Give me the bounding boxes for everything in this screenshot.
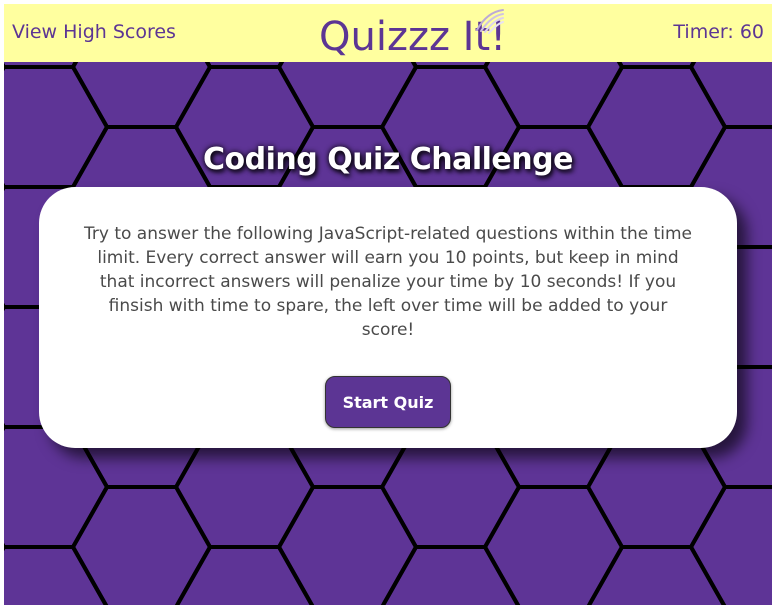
start-quiz-button[interactable]: Start Quiz [325,376,451,428]
view-high-scores-link[interactable]: View High Scores [12,21,176,43]
quiz-board: Coding Quiz Challenge Try to answer the … [4,62,772,605]
intro-text: Try to answer the following JavaScript-r… [84,224,693,340]
header-bar: View High Scores Quizzz It! Timer: 60 [4,4,772,62]
app-page: View High Scores Quizzz It! Timer: 60 Co… [4,4,772,605]
logo: Quizzz It! [319,8,519,62]
quiz-title: Coding Quiz Challenge [203,142,573,178]
timer-display: Timer: 60 [673,21,764,43]
logo-swirl-icon [476,9,504,34]
intro-card: Try to answer the following JavaScript-r… [39,187,737,448]
